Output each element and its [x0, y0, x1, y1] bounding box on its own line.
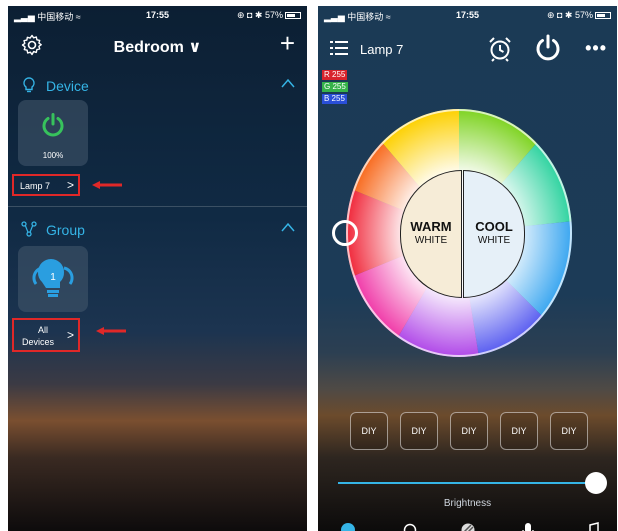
right-phone-screen: ▂▃▅ 中国移动 ≈ 17:55 ⊕ ◘ ✱ 57% Lamp 7 ••• R …: [318, 6, 617, 531]
red-value-label: R 255: [322, 70, 348, 80]
pattern-tab-icon[interactable]: [460, 522, 476, 531]
red-arrow-annotation: [96, 327, 126, 335]
group-section-label: Group: [46, 222, 85, 238]
green-value-label: G 255: [322, 82, 348, 92]
power-icon[interactable]: [40, 112, 66, 138]
color-tab-icon[interactable]: [340, 522, 356, 531]
diy-button-1[interactable]: DIY: [350, 412, 388, 450]
power-icon[interactable]: [534, 34, 562, 62]
diy-button-5[interactable]: DIY: [550, 412, 588, 450]
section-divider: [8, 206, 307, 207]
diy-button-4[interactable]: DIY: [500, 412, 538, 450]
device-name-button[interactable]: Lamp 7 >: [12, 174, 80, 196]
warm-label: WARM: [410, 219, 452, 234]
warm-sublabel: WHITE: [414, 235, 448, 246]
status-bar: ▂▃▅ 中国移动 ≈ 17:55 ⊕ ◘ ✱ 57%: [8, 6, 307, 24]
chevron-right-icon: >: [66, 178, 74, 192]
scene-tab-icon[interactable]: [402, 522, 418, 531]
more-options-icon[interactable]: •••: [585, 38, 607, 59]
brightness-slider-thumb[interactable]: [585, 472, 607, 494]
chevron-up-icon[interactable]: [281, 78, 295, 88]
blue-value-label: B 255: [322, 94, 347, 104]
group-name-line1: All: [37, 325, 48, 335]
room-selector[interactable]: Bedroom ∨: [8, 37, 307, 57]
battery-status: ⊕ ◘ ✱ 57%: [237, 10, 301, 21]
diy-button-row: DIY DIY DIY DIY DIY: [350, 412, 590, 450]
microphone-tab-icon[interactable]: [520, 522, 536, 531]
color-wheel-area: WARM WHITE COOL WHITE: [332, 108, 574, 358]
device-section-label: Device: [46, 78, 89, 94]
device-tile-lamp-7[interactable]: 100%: [18, 100, 88, 166]
bottom-tab-bar: [318, 518, 617, 531]
group-count-badge: 1: [50, 272, 56, 283]
alarm-clock-icon[interactable]: [488, 36, 512, 62]
app-header: Bedroom ∨ +: [8, 28, 307, 64]
left-phone-screen: ▂▃▅ 中国移动 ≈ 17:55 ⊕ ◘ ✱ 57% Bedroom ∨ + D…: [8, 6, 307, 531]
color-picker-handle[interactable]: [332, 220, 358, 246]
lamp-header: Lamp 7 •••: [318, 28, 617, 72]
group-name-button[interactable]: All Devices >: [12, 318, 80, 352]
device-name-label: Lamp 7: [20, 181, 51, 191]
music-tab-icon[interactable]: [584, 522, 600, 531]
diy-button-2[interactable]: DIY: [400, 412, 438, 450]
brightness-label: Brightness: [443, 498, 492, 509]
battery-icon: [595, 12, 611, 19]
group-name-line2: Devices: [22, 337, 55, 347]
add-icon[interactable]: +: [280, 30, 295, 56]
diy-button-3[interactable]: DIY: [450, 412, 488, 450]
bulb-group-icon: 1: [32, 259, 74, 297]
chevron-up-icon[interactable]: [281, 222, 295, 232]
cool-sublabel: WHITE: [477, 235, 511, 246]
group-icon: [21, 221, 37, 237]
lamp-title: Lamp 7: [360, 42, 404, 57]
lightbulb-icon: [23, 77, 35, 93]
brightness-slider-track[interactable]: [338, 482, 594, 484]
chevron-right-icon: >: [66, 328, 74, 342]
red-arrow-annotation: [92, 181, 122, 189]
cool-label: COOL: [475, 219, 513, 234]
device-section-header[interactable]: Device: [8, 72, 307, 100]
device-brightness-percent: 100%: [42, 151, 64, 160]
group-section-header[interactable]: Group: [8, 216, 307, 244]
status-bar: ▂▃▅ 中国移动 ≈ 17:55 ⊕ ◘ ✱ 57%: [318, 6, 617, 24]
group-tile-all-devices[interactable]: 1: [18, 246, 88, 312]
list-menu-icon[interactable]: [330, 40, 348, 56]
battery-status: ⊕ ◘ ✱ 57%: [547, 10, 611, 21]
battery-icon: [285, 12, 301, 19]
